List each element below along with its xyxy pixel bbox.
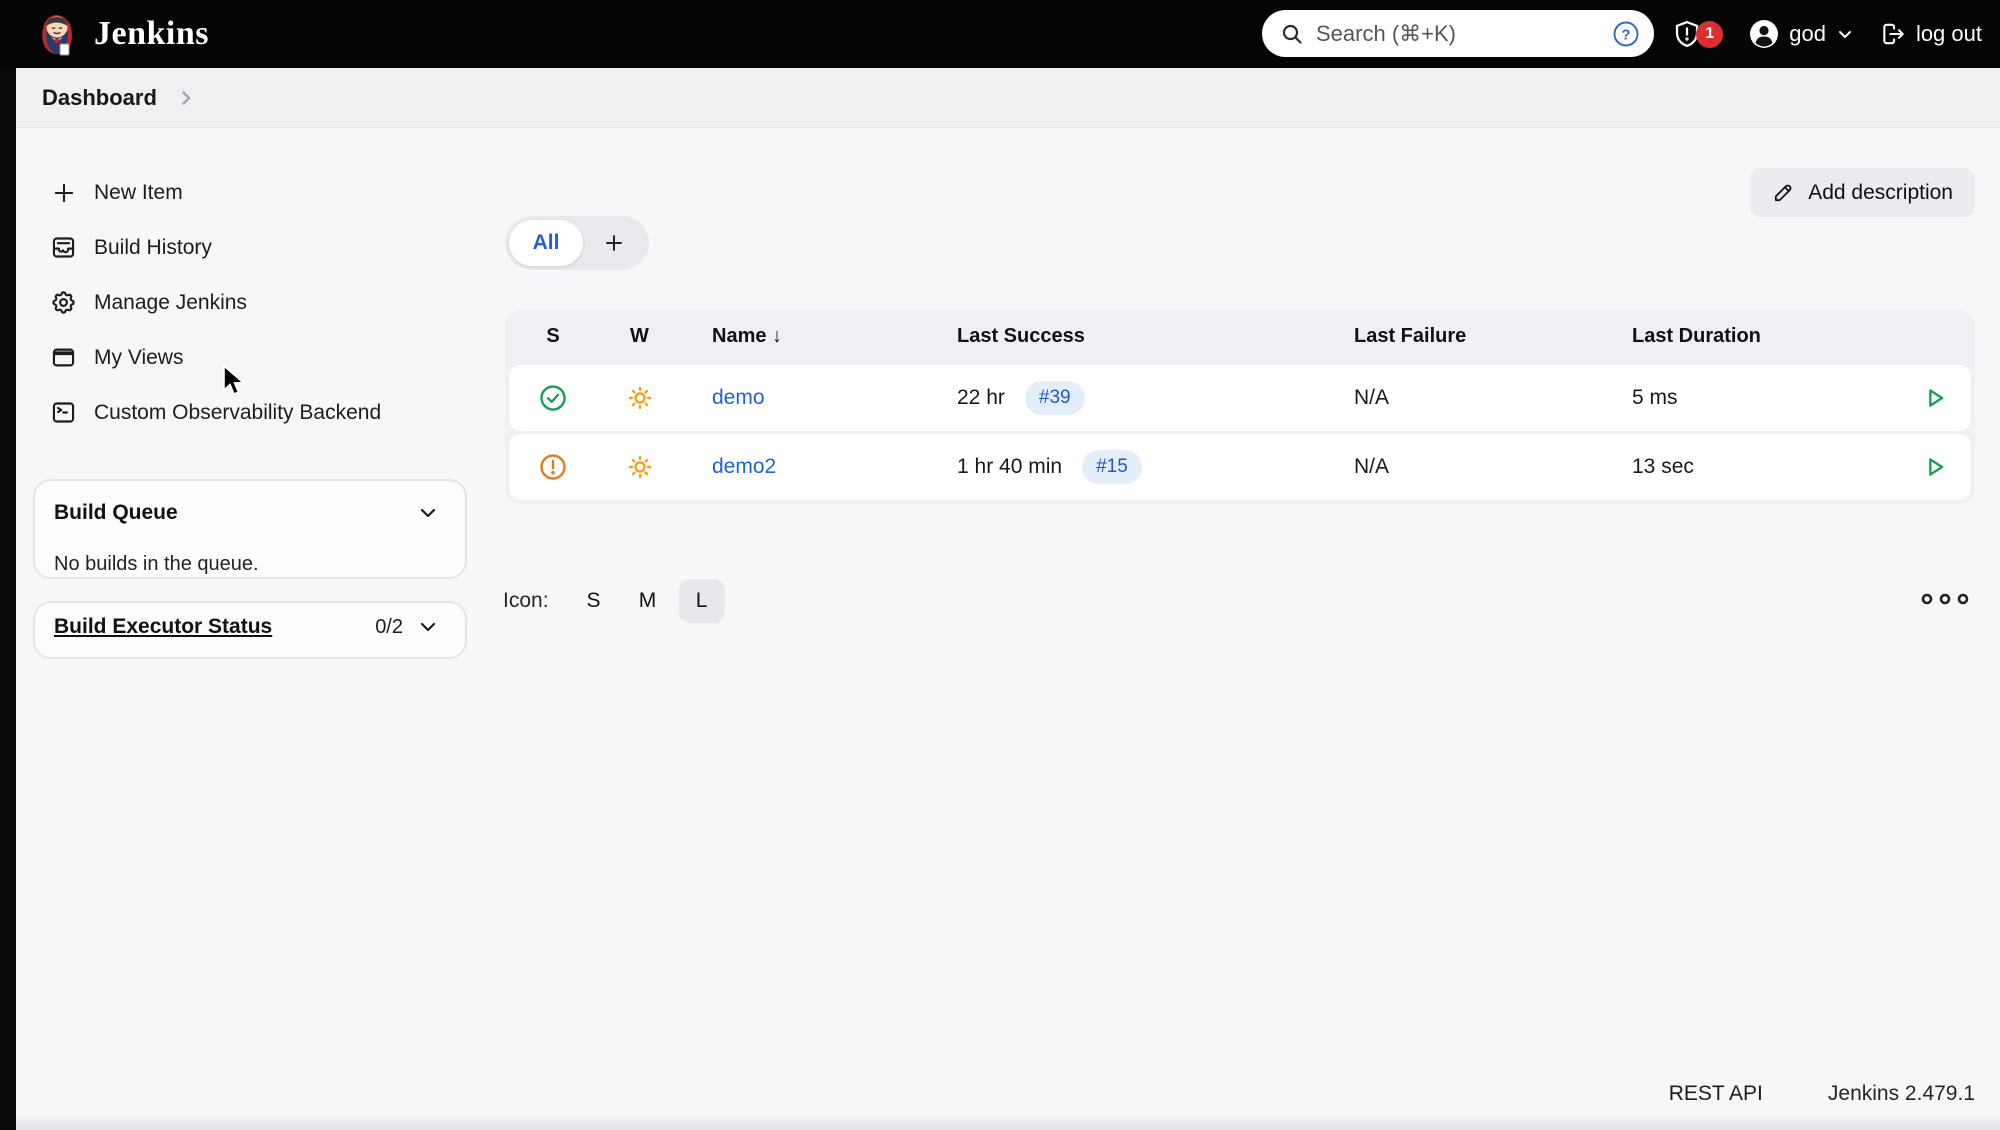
sidebar-item-label: Build History bbox=[94, 235, 212, 259]
user-avatar bbox=[1749, 19, 1779, 49]
icon-size-selector: Icon: S M L bbox=[503, 578, 725, 624]
chevron-down-icon bbox=[1836, 25, 1854, 43]
rest-api-link[interactable]: REST API bbox=[1669, 1082, 1763, 1106]
breadcrumb-dashboard[interactable]: Dashboard bbox=[42, 85, 157, 111]
table-row-demo: demo 22 hr #39 N/A 5 ms bbox=[509, 365, 1971, 431]
brand-wordmark: Jenkins bbox=[94, 15, 209, 52]
window-edge bbox=[0, 68, 16, 1130]
new-view-tab-button[interactable] bbox=[583, 220, 645, 266]
build-queue-panel: Build Queue No builds in the queue. bbox=[33, 479, 467, 579]
column-header-status[interactable]: S bbox=[546, 325, 559, 348]
jenkins-home-link[interactable]: Jenkins bbox=[34, 11, 209, 57]
icon-size-small-button[interactable]: S bbox=[571, 579, 617, 623]
run-build-button[interactable] bbox=[1921, 384, 1949, 412]
column-header-last-failure[interactable]: Last Failure bbox=[1324, 325, 1466, 348]
column-header-last-success[interactable]: Last Success bbox=[927, 325, 1085, 348]
status-unstable-icon[interactable] bbox=[538, 452, 568, 482]
user-menu[interactable]: god bbox=[1749, 19, 1854, 49]
logout-icon bbox=[1880, 21, 1906, 47]
executor-count: 0/2 bbox=[375, 615, 403, 638]
build-history-icon bbox=[50, 234, 77, 261]
sidebar-nav: New Item Build History Manage Jenkins My… bbox=[50, 165, 470, 440]
icon-size-label: Icon: bbox=[503, 589, 549, 612]
add-description-label: Add description bbox=[1808, 180, 1953, 204]
tab-all[interactable]: All bbox=[509, 220, 583, 266]
search-box[interactable]: ? bbox=[1262, 10, 1654, 57]
build-queue-title: Build Queue bbox=[54, 501, 178, 524]
sidebar-item-manage-jenkins[interactable]: Manage Jenkins bbox=[50, 275, 470, 330]
add-description-button[interactable]: Add description bbox=[1750, 168, 1975, 217]
build-executor-status-panel: Build Executor Status 0/2 bbox=[33, 601, 467, 659]
plus-icon bbox=[50, 179, 77, 206]
last-duration-value: 13 sec bbox=[1632, 455, 1694, 478]
bottom-fade bbox=[16, 1114, 2000, 1130]
view-tabs: All bbox=[505, 216, 649, 270]
build-number-link[interactable]: #15 bbox=[1082, 450, 1142, 484]
status-success-icon[interactable] bbox=[538, 383, 568, 413]
svg-text:?: ? bbox=[1621, 26, 1630, 43]
plus-icon bbox=[602, 231, 626, 255]
icon-size-medium-button[interactable]: M bbox=[625, 579, 671, 623]
sidebar-item-my-views[interactable]: My Views bbox=[50, 330, 470, 385]
sidebar-item-new-item[interactable]: New Item bbox=[50, 165, 470, 220]
jobs-table-header: S W Name ↓ Last Success Last Failure Las… bbox=[509, 310, 1971, 362]
last-failure-value: N/A bbox=[1354, 386, 1390, 409]
icon-size-large-button[interactable]: L bbox=[678, 579, 725, 623]
top-bar: Jenkins ? 1 bbox=[0, 0, 2000, 68]
sidebar-item-label: My Views bbox=[94, 345, 184, 369]
column-header-weather[interactable]: W bbox=[630, 325, 649, 348]
pencil-icon bbox=[1772, 181, 1795, 204]
logout-label: log out bbox=[1915, 21, 1982, 46]
window-icon bbox=[50, 344, 77, 371]
sidebar-item-label: Manage Jenkins bbox=[94, 290, 247, 314]
last-failure-value: N/A bbox=[1354, 455, 1390, 478]
job-link-demo[interactable]: demo bbox=[682, 386, 765, 410]
jobs-table: S W Name ↓ Last Success Last Failure Las… bbox=[505, 310, 1975, 504]
jenkins-butler-logo-icon bbox=[34, 11, 80, 57]
sidebar-item-label: New Item bbox=[94, 180, 183, 204]
search-input[interactable] bbox=[1316, 20, 1612, 47]
job-link-demo2[interactable]: demo2 bbox=[682, 455, 776, 479]
build-queue-empty-text: No builds in the queue. bbox=[54, 553, 259, 575]
overflow-menu-button[interactable] bbox=[1918, 588, 1972, 610]
footer: REST API Jenkins 2.479.1 bbox=[1669, 1082, 1975, 1106]
last-success-time: 1 hr 40 min bbox=[957, 455, 1063, 478]
terminal-icon bbox=[50, 399, 77, 426]
executor-collapse-button[interactable] bbox=[417, 616, 439, 638]
logout-button[interactable]: log out bbox=[1880, 21, 1982, 47]
sidebar-item-custom-observability-backend[interactable]: Custom Observability Backend bbox=[50, 385, 470, 440]
weather-sunny-icon[interactable] bbox=[624, 382, 656, 414]
username-label: god bbox=[1789, 21, 1826, 46]
weather-sunny-icon[interactable] bbox=[624, 451, 656, 483]
sidebar-item-label: Custom Observability Backend bbox=[94, 400, 382, 424]
last-duration-value: 5 ms bbox=[1632, 386, 1678, 409]
table-row-demo2: demo2 1 hr 40 min #15 N/A 13 sec bbox=[509, 434, 1971, 500]
run-build-button[interactable] bbox=[1921, 453, 1949, 481]
build-executor-status-link[interactable]: Build Executor Status bbox=[54, 615, 272, 639]
last-success-time: 22 hr bbox=[957, 386, 1005, 409]
breadcrumb: Dashboard bbox=[0, 68, 2000, 128]
search-help-icon[interactable]: ? bbox=[1612, 20, 1640, 48]
build-queue-collapse-button[interactable] bbox=[417, 502, 439, 524]
gear-icon bbox=[50, 289, 77, 316]
build-number-link[interactable]: #39 bbox=[1024, 381, 1085, 415]
sidebar-item-build-history[interactable]: Build History bbox=[50, 220, 470, 275]
search-icon bbox=[1280, 22, 1304, 46]
security-warnings-button[interactable]: 1 bbox=[1672, 19, 1724, 49]
notification-count-badge[interactable]: 1 bbox=[1696, 20, 1724, 48]
sort-descending-icon: ↓ bbox=[772, 324, 783, 347]
jenkins-version-label: Jenkins 2.479.1 bbox=[1827, 1082, 1975, 1105]
breadcrumb-chevron-icon[interactable] bbox=[177, 89, 195, 107]
column-header-name[interactable]: Name ↓ bbox=[682, 325, 782, 348]
ellipsis-icon bbox=[1918, 588, 1972, 610]
column-header-last-duration[interactable]: Last Duration bbox=[1602, 325, 1761, 348]
